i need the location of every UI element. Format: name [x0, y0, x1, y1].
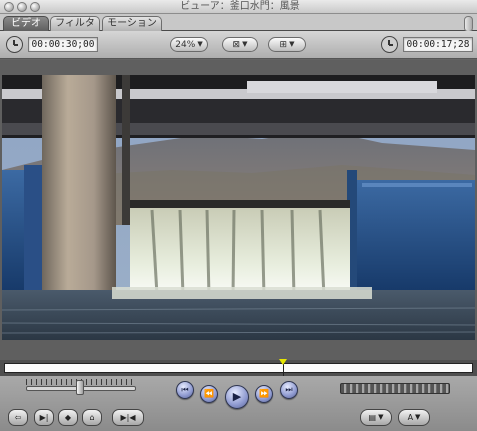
keyframe-icon: ◆ — [64, 413, 72, 422]
add-keyframe-button[interactable]: ◆ — [58, 409, 78, 426]
video-frame[interactable] — [2, 75, 475, 340]
chevron-down-icon: ▼ — [378, 413, 384, 421]
clip-list-icon: ▤ — [368, 413, 377, 422]
viewer-window: ビューア：釜口水門：風景 ビデオ フィルタ モーション 00:00:30;00 … — [0, 0, 477, 431]
mark-in-out-icon: ▶|◀ — [120, 413, 136, 422]
previous-edit-button[interactable]: ⏪ — [200, 385, 218, 403]
generators-popup[interactable]: A ▼ — [398, 409, 430, 426]
view-mode-popup[interactable]: ⊠ ▼ — [222, 37, 258, 52]
chevron-down-icon: ▼ — [289, 40, 295, 48]
viewer-canvas — [0, 60, 477, 360]
chevron-down-icon: ▼ — [242, 40, 248, 48]
close-window-icon[interactable] — [4, 2, 14, 12]
play-button[interactable]: ▶ — [225, 385, 249, 409]
tab-strip: ビデオ フィルタ モーション — [0, 14, 477, 32]
title-bar: ビューア：釜口水門：風景 — [0, 0, 477, 14]
shuttle-knob[interactable] — [76, 380, 84, 395]
viewer-toolbar: 00:00:30;00 24% ▼ ⊠ ▼ ⊞ ▼ 00:00:17;28 — [0, 31, 477, 59]
mark-in-icon: ▶| — [39, 413, 49, 422]
next-edit-button[interactable]: ⏩ — [255, 385, 273, 403]
add-marker-button[interactable]: ⌂ — [82, 409, 102, 426]
next-edit-icon: ⏩ — [259, 389, 269, 398]
scrubber-bar[interactable] — [0, 359, 477, 376]
window-title: ビューア：釜口水門：風景 — [180, 1, 300, 12]
jog-control[interactable] — [340, 383, 450, 394]
overlay-icon: ⊞ — [279, 40, 288, 50]
duration-timecode-field[interactable]: 00:00:30;00 — [28, 37, 98, 52]
chevron-down-icon: ▼ — [197, 40, 203, 48]
recent-clips-popup[interactable]: ▤ ▼ — [360, 409, 392, 426]
play-icon: ▶ — [232, 390, 242, 403]
go-to-in-point-button[interactable]: ⏮ — [176, 381, 194, 399]
duration-clock-icon — [6, 36, 23, 53]
current-time-clock-icon — [381, 36, 398, 53]
go-to-in-point-icon: ⏮ — [181, 385, 189, 394]
generator-icon: A — [407, 413, 414, 422]
go-to-out-point-icon: ⏭ — [285, 385, 293, 394]
previous-edit-icon: ⏪ — [204, 389, 214, 398]
scrubber-track[interactable] — [4, 363, 473, 373]
zoom-popup[interactable]: 24% ▼ — [170, 37, 208, 52]
marker-icon: ⌂ — [89, 413, 95, 422]
mark-in-out-button[interactable]: ▶|◀ — [112, 409, 144, 426]
mark-in-button[interactable]: ▶| — [34, 409, 54, 426]
zoom-value: 24% — [175, 40, 196, 50]
transport-bar: ⏮ ⏪ ▶ ⏩ ⏭ ⇦ ▶| ◆ ⌂ ▶|◀ ▤ ▼ A ▼ — [0, 376, 477, 431]
tab-filters[interactable]: フィルタ — [50, 16, 100, 31]
dam-waterfall-image — [2, 75, 475, 340]
tab-motion[interactable]: モーション — [102, 16, 162, 31]
minimize-window-icon[interactable] — [17, 2, 27, 12]
toolbar-toggle-button[interactable] — [464, 16, 473, 32]
current-timecode-field[interactable]: 00:00:17;28 — [403, 37, 473, 52]
overlay-popup[interactable]: ⊞ ▼ — [268, 37, 306, 52]
match-frame-button[interactable]: ⇦ — [8, 409, 28, 426]
frame-view-icon: ⊠ — [232, 40, 241, 50]
match-frame-icon: ⇦ — [14, 413, 22, 422]
zoom-window-icon[interactable] — [30, 2, 40, 12]
tab-video[interactable]: ビデオ — [3, 16, 49, 31]
playhead-marker-icon[interactable] — [279, 359, 287, 365]
go-to-out-point-button[interactable]: ⏭ — [280, 381, 298, 399]
chevron-down-icon: ▼ — [415, 413, 421, 421]
